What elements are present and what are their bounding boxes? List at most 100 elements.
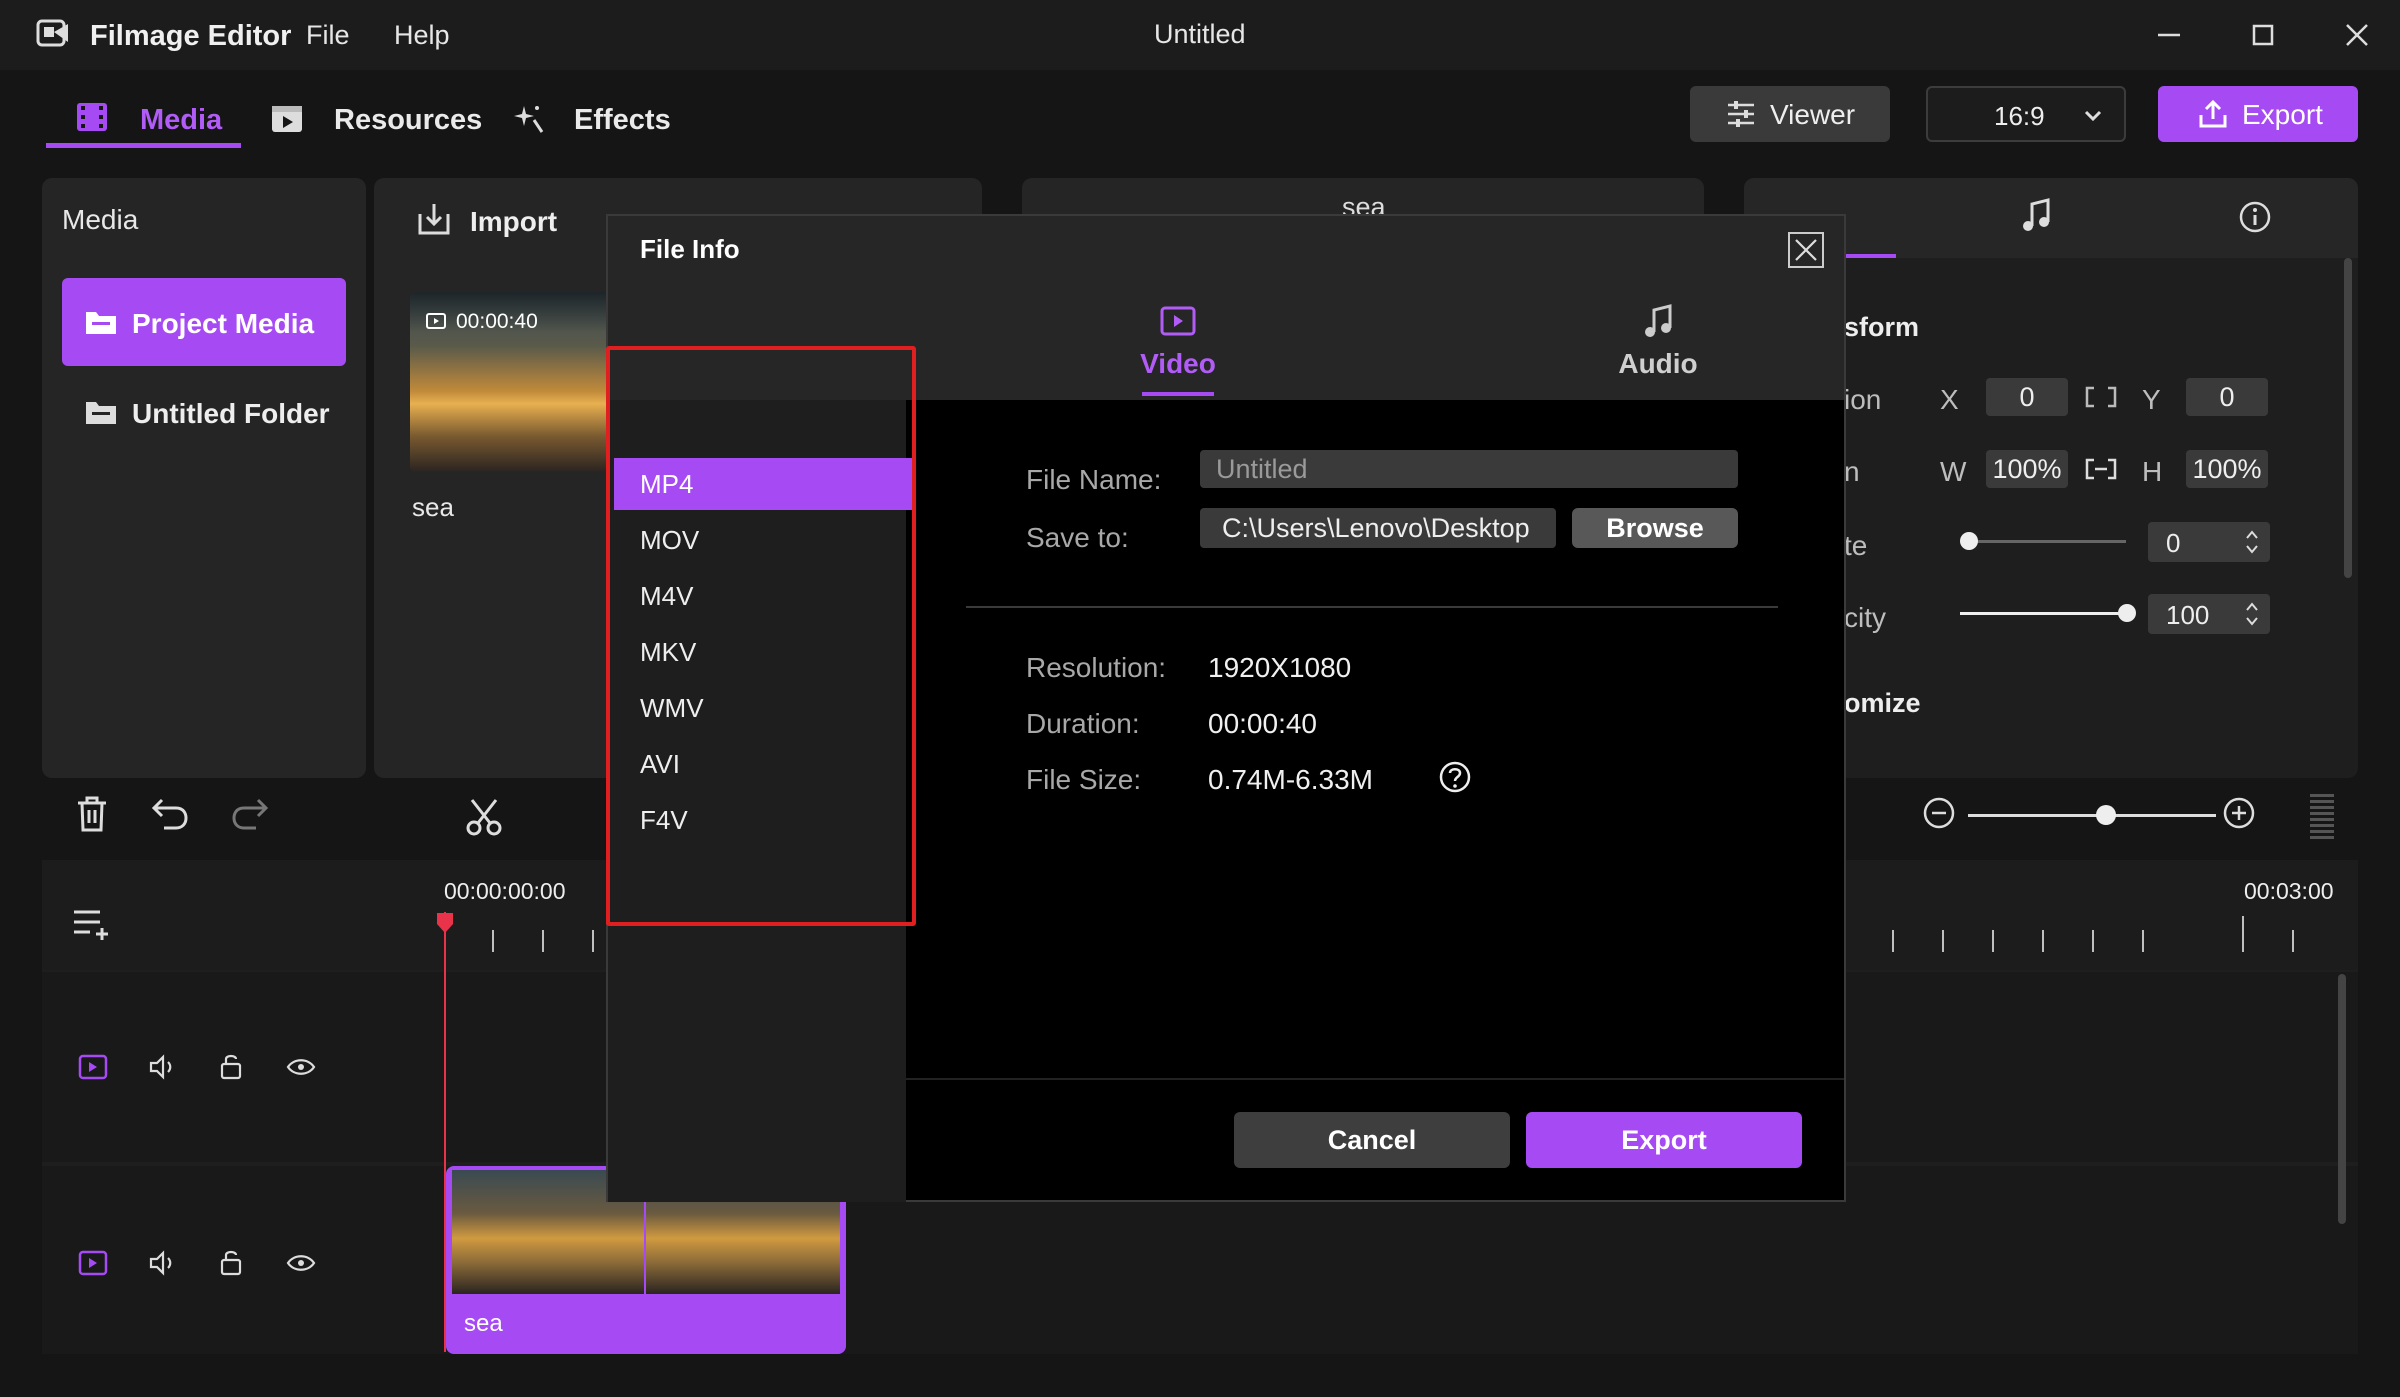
opacity-slider-handle[interactable]: [2118, 604, 2136, 622]
sliders-icon: [1726, 100, 1756, 128]
menu-file[interactable]: File: [306, 20, 350, 51]
clip-name: sea: [412, 492, 454, 522]
zoom-in-icon[interactable]: [2222, 796, 2256, 830]
y-label: Y: [2142, 384, 2161, 415]
timeline-grip-handle[interactable]: [2310, 794, 2334, 840]
zoom-slider-handle[interactable]: [2096, 805, 2116, 825]
project-media-label: Project Media: [132, 308, 315, 339]
file-info-dialog: File Info MP4 MOV M4V MKV WMV AVI F4V Vi…: [606, 214, 1846, 1202]
aspect-ratio-select[interactable]: 16:9: [1926, 86, 2126, 142]
stepper-arrows-icon[interactable]: [2244, 599, 2260, 629]
import-label: Import: [470, 206, 558, 237]
viewer-button[interactable]: Viewer: [1690, 86, 1890, 142]
menu-help[interactable]: Help: [394, 20, 450, 51]
help-question-icon[interactable]: [1438, 760, 1472, 794]
opacity-value: 100: [2166, 600, 2210, 630]
minimize-icon[interactable]: [2154, 20, 2184, 50]
zoom-slider[interactable]: [1968, 814, 2216, 817]
lock-icon[interactable]: [218, 1248, 244, 1276]
export-top-label: Export: [2242, 99, 2323, 130]
opacity-label: city: [1844, 602, 1886, 633]
media-sidebar: Media Project Media Untitled Folder: [42, 178, 366, 778]
project-media-item[interactable]: Project Media: [62, 278, 346, 366]
upload-icon: [2198, 99, 2228, 129]
speaker-icon[interactable]: [148, 1250, 178, 1276]
file-size-label: File Size:: [1026, 764, 1142, 795]
rotate-stepper[interactable]: 0: [2148, 522, 2270, 562]
w-label: W: [1940, 456, 1967, 487]
eye-icon[interactable]: [286, 1252, 316, 1274]
dialog-export-button[interactable]: Export: [1526, 1112, 1802, 1168]
untitled-folder-item[interactable]: Untitled Folder: [62, 378, 346, 448]
music-note-icon[interactable]: [2020, 198, 2054, 234]
tab-resources[interactable]: Resources: [270, 100, 482, 148]
maximize-icon[interactable]: [2248, 20, 2278, 50]
file-name-input[interactable]: Untitled: [1200, 450, 1738, 488]
timeline-start-time: 00:00:00:00: [444, 878, 566, 904]
timeline-clip-name: sea: [464, 1310, 503, 1337]
link-icon[interactable]: [2084, 458, 2118, 480]
chevron-down-icon: [2082, 104, 2104, 126]
rotate-slider-handle[interactable]: [1960, 532, 1978, 550]
duration-value: 00:00:40: [1208, 708, 1317, 739]
scale-h-input[interactable]: 100%: [2186, 450, 2268, 488]
dialog-close-icon[interactable]: [1788, 232, 1824, 268]
tab-video[interactable]: Video: [1088, 304, 1268, 400]
video-track-icon[interactable]: [78, 1250, 108, 1276]
app-logo-icon: [36, 18, 70, 48]
eye-icon[interactable]: [286, 1056, 316, 1078]
scale-w-input[interactable]: 100%: [1986, 450, 2068, 488]
untitled-folder-label: Untitled Folder: [132, 398, 330, 429]
app-window: Filmage Editor File Help Untitled Media …: [0, 0, 2400, 1397]
unlink-icon[interactable]: [2084, 386, 2118, 408]
video-track-icon[interactable]: [78, 1054, 108, 1080]
save-to-path[interactable]: C:\Users\Lenovo\Desktop: [1200, 508, 1556, 548]
inspector-scrollbar[interactable]: [2344, 258, 2352, 578]
video-badge-icon: [426, 312, 446, 330]
tab-effects[interactable]: Effects: [510, 100, 700, 148]
app-name: Filmage Editor: [90, 20, 292, 52]
cancel-button[interactable]: Cancel: [1234, 1112, 1510, 1168]
tab-audio[interactable]: Audio: [1568, 304, 1748, 400]
lock-icon[interactable]: [218, 1052, 244, 1080]
resolution-label: Resolution:: [1026, 652, 1167, 683]
dialog-title: File Info: [640, 234, 740, 264]
undo-icon[interactable]: [150, 796, 190, 832]
stepper-arrows-icon[interactable]: [2244, 527, 2260, 557]
position-x-input[interactable]: 0: [1986, 378, 2068, 416]
opacity-stepper[interactable]: 100: [2148, 594, 2270, 634]
zoom-out-icon[interactable]: [1922, 796, 1956, 830]
rotate-slider[interactable]: [1966, 540, 2126, 543]
close-window-icon[interactable]: [2342, 20, 2372, 50]
resources-icon: [270, 102, 304, 134]
timeline-end-time: 00:03:00: [2244, 878, 2334, 904]
add-track-icon[interactable]: [72, 906, 112, 942]
browse-button[interactable]: Browse: [1572, 508, 1738, 548]
tab-audio-label: Audio: [1618, 348, 1698, 379]
timeline-scrollbar[interactable]: [2338, 974, 2346, 1224]
format-highlight-box: [606, 346, 916, 926]
inspector-active-underline: [1844, 254, 1896, 258]
film-icon: [74, 100, 110, 134]
tab-media[interactable]: Media: [46, 100, 241, 148]
position-y-input[interactable]: 0: [2186, 378, 2268, 416]
aspect-ratio-value: 16:9: [1994, 101, 2045, 131]
resolution-value: 1920X1080: [1208, 652, 1352, 683]
speaker-icon[interactable]: [148, 1054, 178, 1080]
folder-icon: [84, 398, 118, 426]
delete-icon[interactable]: [72, 794, 112, 834]
redo-icon[interactable]: [230, 796, 270, 832]
rotate-label: te: [1844, 530, 1868, 561]
opacity-slider[interactable]: [1960, 612, 2120, 615]
audio-tab-icon: [1642, 304, 1676, 340]
scissors-icon[interactable]: [464, 798, 504, 836]
h-label: H: [2142, 456, 2163, 487]
clip-duration: 00:00:40: [456, 310, 538, 333]
info-icon[interactable]: [2238, 200, 2272, 234]
customize-heading: omize: [1844, 688, 1921, 718]
effects-sparkle-icon: [512, 102, 546, 136]
export-top-button[interactable]: Export: [2158, 86, 2358, 142]
document-title: Untitled: [1154, 19, 1246, 49]
playhead-handle[interactable]: [436, 912, 454, 934]
viewer-label: Viewer: [1770, 99, 1856, 130]
